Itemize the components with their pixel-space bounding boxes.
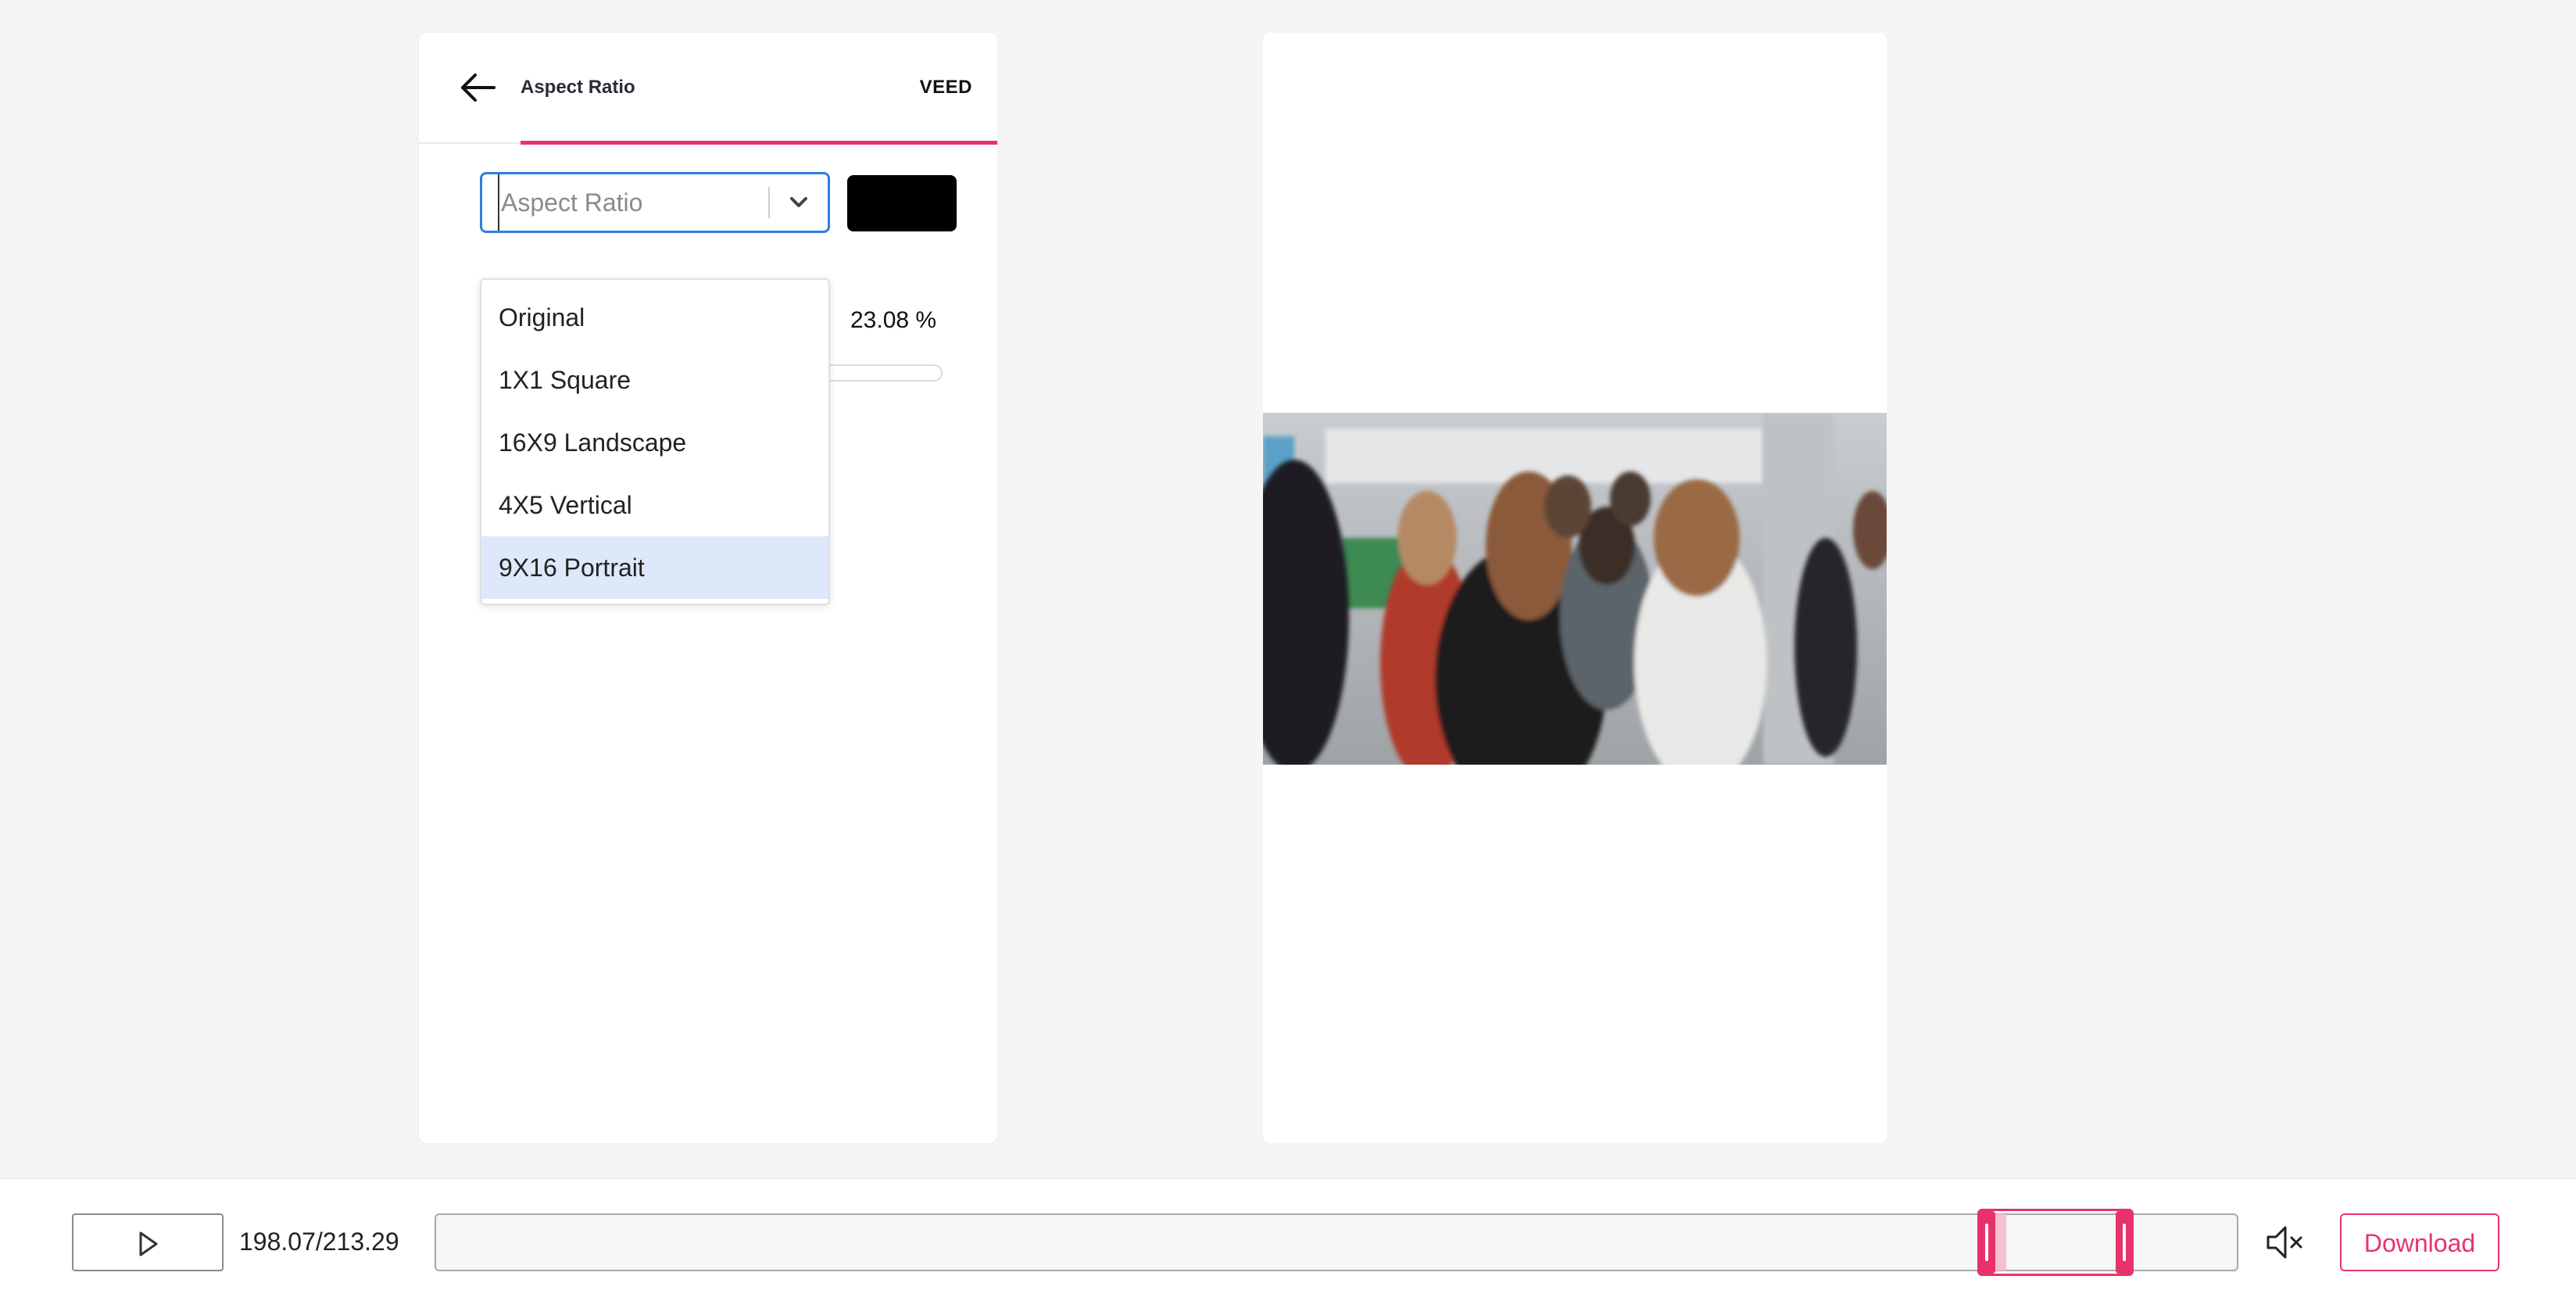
aspect-ratio-input[interactable] [498,174,756,231]
menu-option-9x16-portrait[interactable]: 9X16 Portrait [481,536,828,599]
time-display: 198.07/213.29 [239,1228,399,1256]
trim-playhead-region [1994,1214,2006,1271]
zoom-value: 23.08 % [850,307,937,333]
menu-option-4x5-vertical[interactable]: 4X5 Vertical [481,474,828,536]
play-icon [139,1231,158,1256]
brand-logo: VEED [919,77,972,98]
play-button[interactable] [72,1213,224,1271]
menu-option-16x9-landscape[interactable]: 16X9 Landscape [481,411,828,474]
panel-header: Aspect Ratio VEED [419,33,997,145]
trim-selection[interactable] [1977,1209,2134,1276]
menu-option-1x1-square[interactable]: 1X1 Square [481,349,828,411]
aspect-ratio-menu: Original 1X1 Square 16X9 Landscape 4X5 V… [480,278,830,605]
video-preview [1263,33,1887,1143]
mute-button[interactable] [2263,1221,2307,1263]
select-separator [768,187,770,218]
arrow-left-icon [461,73,496,102]
panel-title: Aspect Ratio [521,77,635,98]
people-in-office-photo [1263,413,1887,765]
volume-muted-icon [2267,1226,2302,1259]
menu-option-original[interactable]: Original [481,286,828,349]
trim-end-handle[interactable] [2116,1211,2133,1274]
download-button[interactable]: Download [2340,1213,2499,1271]
settings-panel: Aspect Ratio VEED 23.08 % Original 1X1 S… [419,33,997,1143]
timeline-track[interactable] [435,1213,2238,1271]
chevron-down-icon[interactable] [779,185,818,220]
player-bar: 198.07/213.29 Download [0,1177,2576,1301]
active-tab-indicator [521,141,997,145]
aspect-ratio-select[interactable] [480,172,830,233]
back-button[interactable] [456,70,500,105]
background-color-swatch[interactable] [847,175,957,231]
trim-start-handle[interactable] [1978,1211,1995,1274]
